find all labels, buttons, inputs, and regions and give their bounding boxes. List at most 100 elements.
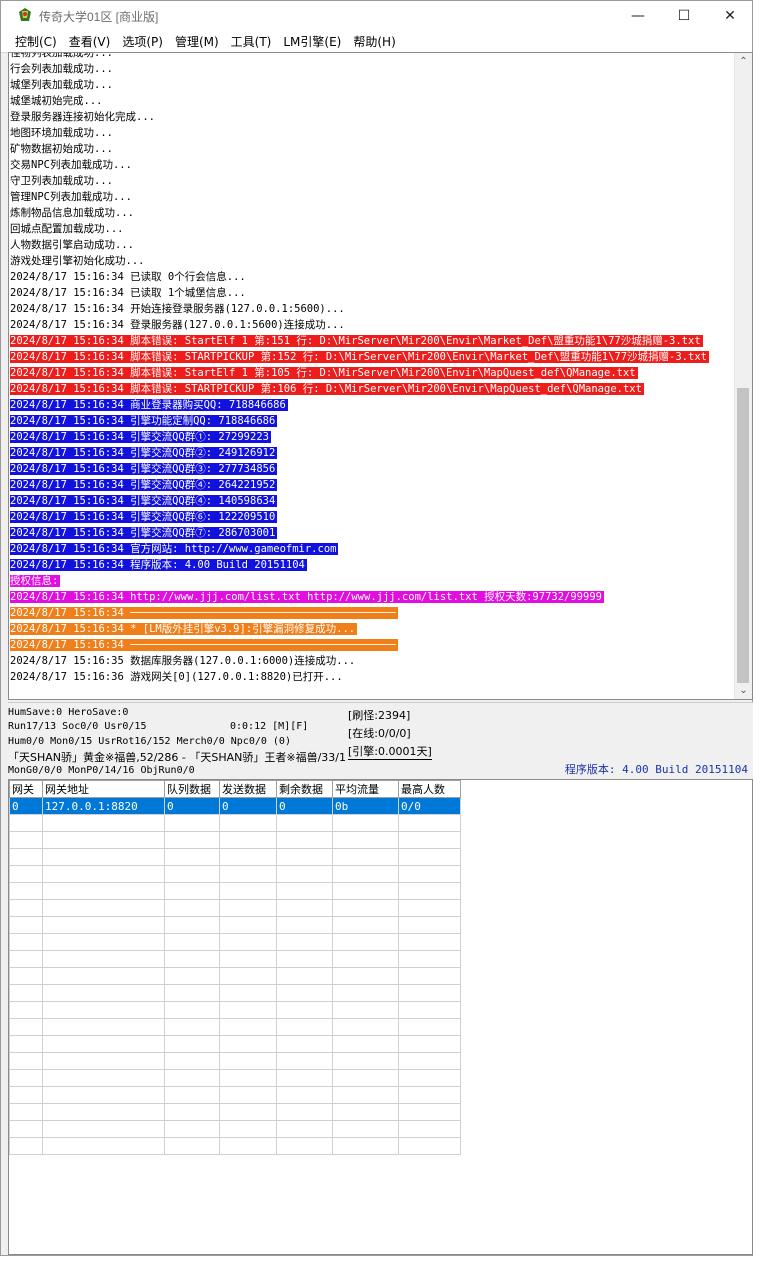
empty-table-row[interactable] xyxy=(9,984,461,1002)
table-cell xyxy=(164,933,220,951)
table-cell xyxy=(332,1052,399,1070)
table-cell xyxy=(219,967,277,985)
table-cell xyxy=(164,882,220,900)
scroll-down-icon[interactable]: ⌄ xyxy=(735,682,752,699)
table-row[interactable]: 0 127.0.0.1:8820 0 0 0 0b 0/0 xyxy=(9,797,461,815)
empty-table-row[interactable] xyxy=(9,848,461,866)
scroll-thumb[interactable] xyxy=(737,388,749,683)
status-panel: HumSave:0 HeroSave:0 Run17/13 Soc0/0 Usr… xyxy=(8,702,753,779)
maximize-button[interactable]: ☐ xyxy=(661,1,707,31)
table-cell xyxy=(42,1086,165,1104)
table-cell xyxy=(276,899,333,917)
column-header-address[interactable]: 网关地址 xyxy=(42,780,165,798)
table-cell xyxy=(164,899,220,917)
log-line-text: 2024/8/17 15:16:34 * [LM版外挂引擎v3.9]:引擎漏洞修… xyxy=(10,623,358,635)
table-cell xyxy=(332,950,399,968)
table-cell xyxy=(276,1018,333,1036)
table-cell xyxy=(332,1001,399,1019)
table-cell xyxy=(276,950,333,968)
column-header-remaining[interactable]: 剩余数据 xyxy=(276,780,333,798)
window-title: 传奇大学01区 [商业版] xyxy=(39,10,159,24)
column-header-max-users[interactable]: 最高人数 xyxy=(398,780,461,798)
column-header-queue[interactable]: 队列数据 xyxy=(164,780,220,798)
log-line: 2024/8/17 15:16:34 已读取 1个城堡信息... xyxy=(10,285,738,301)
table-cell xyxy=(164,831,220,849)
table-cell xyxy=(42,933,165,951)
table-cell xyxy=(9,1018,43,1036)
empty-table-row[interactable] xyxy=(9,1069,461,1087)
menu-lm-engine[interactable]: LM引擎(E) xyxy=(277,33,347,50)
table-cell xyxy=(219,984,277,1002)
table-cell xyxy=(276,967,333,985)
table-cell xyxy=(332,916,399,934)
scroll-up-icon[interactable]: ⌃ xyxy=(735,53,752,70)
status-online: [在线:0/0/0] xyxy=(348,727,411,740)
log-line: 管理NPC列表加载成功... xyxy=(10,189,738,205)
empty-table-row[interactable] xyxy=(9,967,461,985)
table-cell xyxy=(398,984,461,1002)
empty-table-row[interactable] xyxy=(9,1137,461,1155)
table-cell xyxy=(42,1137,165,1155)
log-line-text: 2024/8/17 15:16:34 ─────────────────────… xyxy=(10,639,398,651)
table-cell xyxy=(398,831,461,849)
menu-view[interactable]: 查看(V) xyxy=(63,33,117,50)
menu-control[interactable]: 控制(C) xyxy=(9,33,63,50)
log-line: 2024/8/17 15:16:34 程序版本: 4.00 Build 2015… xyxy=(10,557,738,573)
empty-table-row[interactable] xyxy=(9,1103,461,1121)
log-line: 2024/8/17 15:16:34 已读取 0个行会信息... xyxy=(10,269,738,285)
empty-table-row[interactable] xyxy=(9,1120,461,1138)
table-cell xyxy=(9,1137,43,1155)
log-line: 2024/8/17 15:16:34 脚本错误: STARTPICKUP 第:1… xyxy=(10,381,738,397)
menu-help[interactable]: 帮助(H) xyxy=(347,33,401,50)
log-line-text: 2024/8/17 15:16:34 脚本错误: StartElf 1 第:10… xyxy=(10,367,638,379)
log-line: 地图环境加载成功... xyxy=(10,125,738,141)
empty-table-row[interactable] xyxy=(9,1035,461,1053)
log-line-text: 2024/8/17 15:16:34 脚本错误: STARTPICKUP 第:1… xyxy=(10,351,709,363)
minimize-button[interactable]: — xyxy=(615,1,661,31)
empty-table-row[interactable] xyxy=(9,882,461,900)
log-line: 2024/8/17 15:16:34 脚本错误: StartElf 1 第:10… xyxy=(10,365,738,381)
table-cell xyxy=(219,933,277,951)
minimize-icon: — xyxy=(631,8,645,24)
table-cell xyxy=(9,1120,43,1138)
empty-table-row[interactable] xyxy=(9,1086,461,1104)
table-cell xyxy=(276,814,333,832)
table-cell xyxy=(164,984,220,1002)
column-header-avg-traffic[interactable]: 平均流量 xyxy=(332,780,399,798)
close-button[interactable]: ✕ xyxy=(707,1,752,31)
column-header-sent[interactable]: 发送数据 xyxy=(219,780,277,798)
status-uptime: 0:0:12 [M][F] xyxy=(230,721,309,732)
table-cell xyxy=(42,967,165,985)
table-cell xyxy=(42,882,165,900)
empty-table-row[interactable] xyxy=(9,1001,461,1019)
empty-table-row[interactable] xyxy=(9,1018,461,1036)
empty-table-row[interactable] xyxy=(9,814,461,832)
menu-options[interactable]: 选项(P) xyxy=(116,33,169,50)
empty-table-row[interactable] xyxy=(9,916,461,934)
menu-manage[interactable]: 管理(M) xyxy=(169,33,225,50)
empty-table-row[interactable] xyxy=(9,933,461,951)
table-cell xyxy=(398,1018,461,1036)
log-scrollbar[interactable]: ⌃ ⌄ xyxy=(734,53,752,699)
empty-table-row[interactable] xyxy=(9,831,461,849)
table-cell xyxy=(9,950,43,968)
table-cell xyxy=(398,848,461,866)
log-line-text: 登录服务器连接初始化完成... xyxy=(10,111,155,123)
table-cell xyxy=(219,882,277,900)
empty-table-row[interactable] xyxy=(9,865,461,883)
column-header-gateway[interactable]: 网关 xyxy=(9,780,43,798)
log-panel[interactable]: 怪物列表加载成功... 行会列表加载成功... 城堡列表加载成功... 城堡城初始完成… xyxy=(8,52,753,700)
status-guild: 「天SHAN骄」黄金※福兽,52/286 - 「天SHAN骄」王者※福兽/33/… xyxy=(8,751,347,764)
table-cell xyxy=(219,814,277,832)
empty-table-row[interactable] xyxy=(9,899,461,917)
log-line-text: 守卫列表加载成功... xyxy=(10,175,113,187)
log-line: 2024/8/17 15:16:34 * [LM版外挂引擎v3.9]:引擎漏洞修… xyxy=(10,621,738,637)
table-cell xyxy=(9,1103,43,1121)
log-line-text: 回城点配置加载成功... xyxy=(10,223,124,235)
empty-table-row[interactable] xyxy=(9,950,461,968)
menu-tools[interactable]: 工具(T) xyxy=(225,33,278,50)
log-line-text: 行会列表加载成功... xyxy=(10,63,113,75)
empty-table-row[interactable] xyxy=(9,1052,461,1070)
table-cell xyxy=(42,865,165,883)
log-line-text: 2024/8/17 15:16:34 商业登录器购买QQ: 718846686 xyxy=(10,399,288,411)
